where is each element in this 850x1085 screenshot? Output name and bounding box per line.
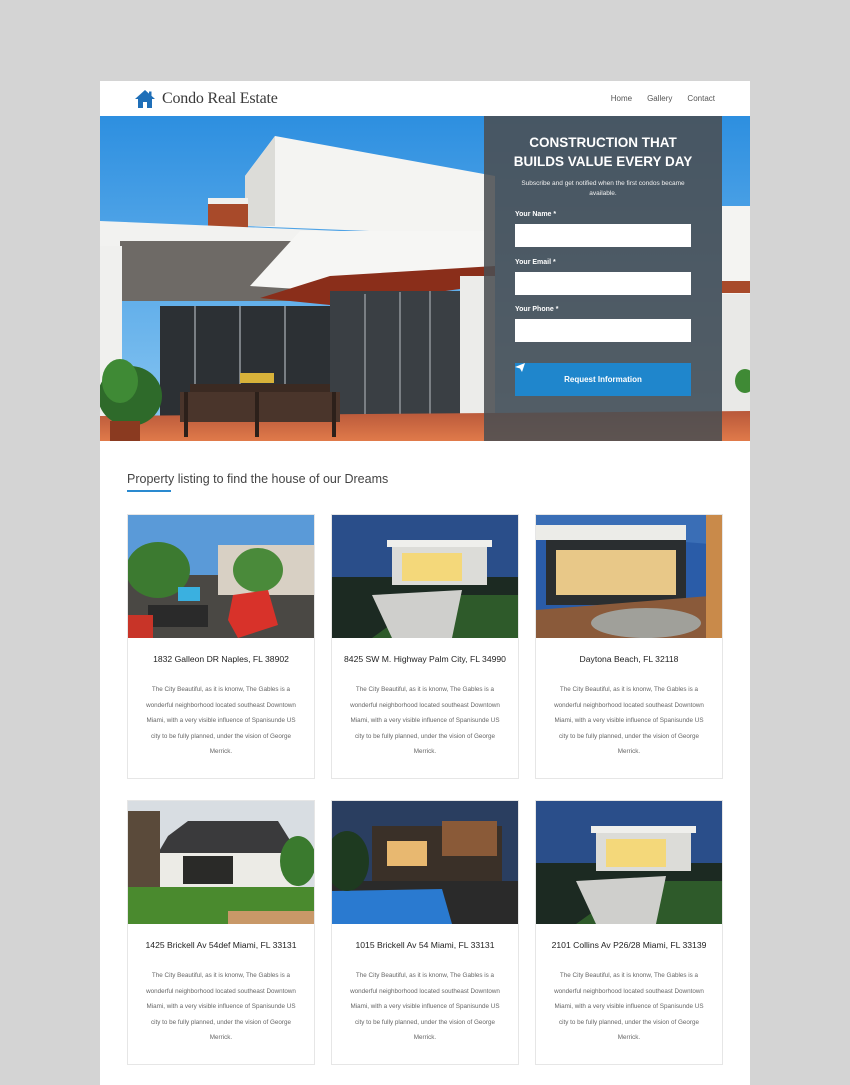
- property-description: The City Beautiful, as it is knonw, The …: [554, 972, 704, 1041]
- phone-label: Your Phone *: [515, 306, 559, 313]
- property-description: The City Beautiful, as it is knonw, The …: [350, 972, 500, 1041]
- property-address: 1425 Brickell Av 54def Miami, FL 33131: [145, 940, 297, 950]
- request-information-label: Request Information: [564, 375, 642, 384]
- property-card[interactable]: 1015 Brickell Av 54 Miami, FL 33131 The …: [331, 800, 519, 1065]
- property-card[interactable]: 1832 Galleon DR Naples, FL 38902 The Cit…: [127, 514, 315, 779]
- logo[interactable]: Condo Real Estate: [134, 89, 278, 109]
- hero-section: CONSTRUCTION THAT BUILDS VALUE EVERY DAY…: [100, 116, 750, 441]
- property-image: [332, 801, 518, 924]
- property-image: [332, 515, 518, 638]
- property-card[interactable]: Daytona Beach, FL 32118 The City Beautif…: [535, 514, 723, 779]
- property-card[interactable]: 2101 Collins Av P26/28 Miami, FL 33139 T…: [535, 800, 723, 1065]
- property-image: [128, 801, 314, 924]
- nav-home[interactable]: Home: [611, 94, 632, 103]
- property-address: 1832 Galleon DR Naples, FL 38902: [153, 654, 289, 664]
- section-underline: [127, 490, 171, 492]
- site-header: Condo Real Estate Home Gallery Contact: [100, 81, 750, 116]
- hero-title-line-2: BUILDS VALUE EVERY DAY: [513, 154, 693, 169]
- property-image: [536, 801, 722, 924]
- subscribe-form-panel: CONSTRUCTION THAT BUILDS VALUE EVERY DAY…: [484, 116, 722, 441]
- listing-section-title: Property listing to find the house of ou…: [127, 472, 389, 486]
- paper-plane-icon: [515, 363, 525, 372]
- house-icon: [135, 90, 155, 108]
- email-label: Your Email *: [515, 259, 556, 266]
- email-input[interactable]: [515, 272, 691, 295]
- property-address: 2101 Collins Av P26/28 Miami, FL 33139: [551, 940, 707, 950]
- property-card[interactable]: 1425 Brickell Av 54def Miami, FL 33131 T…: [127, 800, 315, 1065]
- property-address: 8425 SW M. Highway Palm City, FL 34990: [344, 654, 506, 664]
- property-image: [128, 515, 314, 638]
- logo-text: Condo Real Estate: [162, 90, 278, 107]
- property-card[interactable]: 8425 SW M. Highway Palm City, FL 34990 T…: [331, 514, 519, 779]
- nav-gallery[interactable]: Gallery: [647, 94, 672, 103]
- hero-title: CONSTRUCTION THAT BUILDS VALUE EVERY DAY: [484, 133, 722, 171]
- name-label: Your Name *: [515, 211, 557, 218]
- name-input[interactable]: [515, 224, 691, 247]
- property-description: The City Beautiful, as it is knonw, The …: [350, 686, 500, 755]
- property-description: The City Beautiful, as it is knonw, The …: [146, 686, 296, 755]
- landing-page: Condo Real Estate Home Gallery Contact C…: [100, 81, 750, 1085]
- property-description: The City Beautiful, as it is knonw, The …: [554, 686, 704, 755]
- hero-subtitle: Subscribe and get notified when the firs…: [521, 180, 685, 197]
- request-information-button[interactable]: Request Information: [515, 363, 691, 396]
- main-nav: Home Gallery Contact: [611, 94, 715, 103]
- nav-contact[interactable]: Contact: [687, 94, 715, 103]
- property-address: Daytona Beach, FL 32118: [579, 654, 679, 664]
- property-description: The City Beautiful, as it is knonw, The …: [146, 972, 296, 1041]
- hero-title-line-1: CONSTRUCTION THAT: [529, 135, 677, 150]
- property-image: [536, 515, 722, 638]
- property-address: 1015 Brickell Av 54 Miami, FL 33131: [355, 940, 495, 950]
- phone-input[interactable]: [515, 319, 691, 342]
